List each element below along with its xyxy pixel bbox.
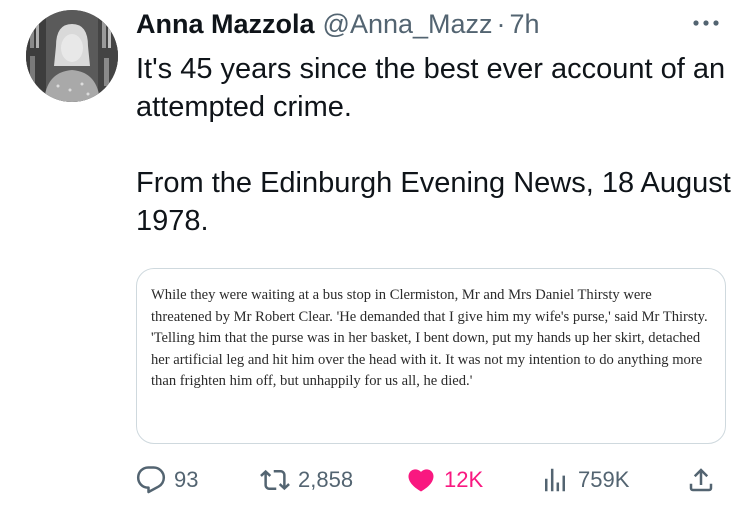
reply-count: 93: [174, 467, 199, 492]
views-bar-chart-icon: [545, 468, 565, 492]
reply-button[interactable]: 93: [136, 462, 198, 498]
share-button[interactable]: [686, 462, 716, 498]
reply-icon: [136, 466, 166, 494]
more-horizontal-icon[interactable]: [692, 18, 720, 28]
tweet-text-line-1: It's 45 years since the best ever accoun…: [136, 53, 726, 123]
retweet-button[interactable]: 2,858: [260, 462, 353, 498]
share-upload-icon: [689, 468, 713, 492]
tweet-header: Anna Mazzola @Anna_Mazz · 7h: [136, 6, 540, 42]
retweet-count: 2,858: [298, 467, 354, 492]
avatar[interactable]: [26, 10, 118, 102]
views-count: 759K: [578, 467, 630, 492]
tweet-text-line-2: From the Edinburgh Evening News, 18 Augu…: [136, 167, 731, 237]
like-count: 12K: [444, 467, 484, 492]
action-bar: 93 2,858 12K 759K: [136, 462, 726, 498]
media-card[interactable]: While they were waiting at a bus stop in…: [136, 268, 726, 444]
retweet-icon: [260, 469, 290, 491]
tweet-text: It's 45 years since the best ever accoun…: [136, 50, 736, 240]
heart-filled-icon: [408, 469, 434, 492]
author-display-name[interactable]: Anna Mazzola: [136, 6, 315, 42]
views-button[interactable]: 759K: [540, 462, 629, 498]
newspaper-quote-text: While they were waiting at a bus stop in…: [151, 287, 708, 389]
separator-dot: ·: [496, 9, 506, 39]
like-button[interactable]: 12K: [406, 462, 483, 498]
timestamp[interactable]: 7h: [510, 6, 540, 42]
author-handle[interactable]: @Anna_Mazz: [323, 6, 493, 42]
avatar-image: [26, 10, 118, 102]
